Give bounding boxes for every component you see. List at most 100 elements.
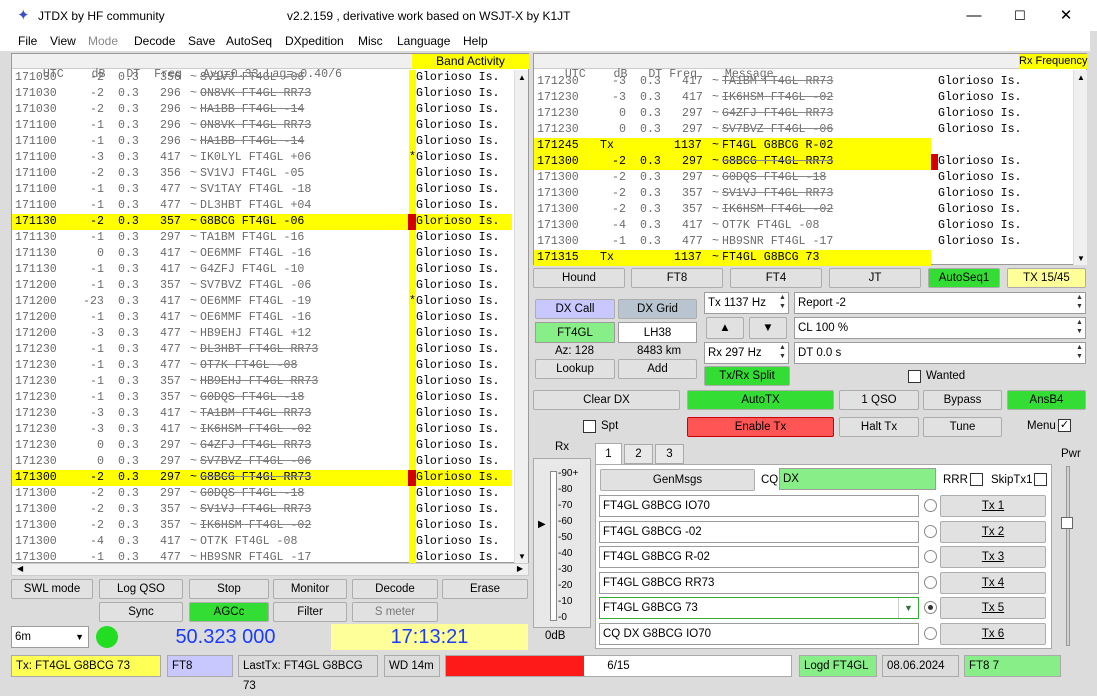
table-row[interactable]: 171300 -2 0.3 297 ~ G8BCG FT4GL RR73 Glorioso … [12, 470, 512, 486]
txrx-split-button[interactable]: Tx/Rx Split [704, 366, 790, 386]
jt-button[interactable]: JT [829, 268, 921, 288]
tab-3[interactable]: 3 [655, 444, 684, 464]
lookup-button[interactable]: Lookup [535, 359, 615, 379]
rx-frequency-spinbox[interactable]: Rx 297 Hz ▲ ▼ [704, 342, 789, 364]
cq-input[interactable]: DX [779, 468, 936, 490]
cl-spinbox[interactable]: CL 100 % ▲ ▼ [794, 317, 1086, 339]
dx-grid-input[interactable]: LH38 [618, 322, 697, 343]
halt-tx-button[interactable]: Halt Tx [839, 417, 919, 437]
tx1-radio[interactable] [924, 499, 937, 512]
menu-help[interactable]: Help [463, 34, 488, 48]
table-row[interactable]: 171230 -3 0.3 417 ~ IK6HSM FT4GL -02 Glorioso … [12, 422, 512, 438]
table-row[interactable]: 171230 -3 0.3 417 ~ TA1BM FT4GL RR73 Glorioso … [12, 406, 512, 422]
tx4-button[interactable]: Tx 4 [940, 571, 1046, 594]
table-row[interactable]: 171245 Tx 1137 ~ FT4GL G8BCG R-02 [534, 138, 931, 154]
add-button[interactable]: Add [618, 359, 697, 379]
tx2-message-input[interactable]: FT4GL G8BCG -02 [599, 520, 919, 543]
autotx-button[interactable]: AutoTX [687, 390, 834, 410]
table-row[interactable]: 171130 0 0.3 417 ~ OE6MMF FT4GL -16 Glorioso I… [12, 246, 512, 262]
filter-button[interactable]: Filter [273, 602, 347, 622]
menu-save[interactable]: Save [188, 34, 215, 48]
chevron-down-icon[interactable]: ▼ [898, 598, 918, 619]
table-row[interactable]: 171230 0 0.3 297 ~ SV7BVZ FT4GL -06 Glorioso I… [534, 122, 1022, 138]
erase-button[interactable]: Erase [442, 579, 528, 599]
swl-mode-button[interactable]: SWL mode [11, 579, 93, 599]
table-row[interactable]: 171130 -2 0.3 357 ~ G8BCG FT4GL -06 Glorioso I… [12, 214, 512, 230]
table-row[interactable]: 171030 -2 0.3 356 ~ SV1VJ FT4GL -06 Glorioso I… [12, 70, 512, 86]
clear-dx-button[interactable]: Clear DX [533, 390, 680, 410]
spin-arrows-icon[interactable]: ▲ ▼ [1074, 318, 1085, 338]
monitor-button[interactable]: Monitor [273, 579, 347, 599]
freq-down-button[interactable]: ▼ [749, 317, 787, 339]
log-qso-button[interactable]: Log QSO [99, 579, 183, 599]
table-row[interactable]: 171300 -2 0.3 297 ~ G0DQS FT4GL -18 Glorioso I… [534, 170, 1022, 186]
tx6-message-input[interactable]: CQ DX G8BCG IO70 [599, 623, 919, 645]
table-row[interactable]: 171030 -2 0.3 296 ~ ON8VK FT4GL RR73 Glorioso … [12, 86, 512, 102]
bypass-button[interactable]: Bypass [923, 390, 1002, 410]
scroll-left-icon[interactable]: ◀ [17, 564, 23, 573]
ft8-button[interactable]: FT8 [631, 268, 723, 288]
tx1-button[interactable]: Tx 1 [940, 495, 1046, 517]
table-row[interactable]: 171230 0 0.3 297 ~ G4ZFJ FT4GL RR73 Glorioso I… [534, 106, 1022, 122]
table-row[interactable]: 171230 0 0.3 297 ~ G4ZFJ FT4GL RR73 Glorioso I… [12, 438, 512, 454]
freq-up-button[interactable]: ▲ [706, 317, 744, 339]
autoseq1-button[interactable]: AutoSeq1 [928, 268, 1000, 288]
table-row[interactable]: 171300 -1 0.3 477 ~ HB9SNR FT4GL -17 Glorioso … [12, 550, 512, 564]
tx6-radio[interactable] [924, 627, 937, 640]
table-row[interactable]: 171200 -3 0.3 477 ~ HB9EHJ FT4GL +12 Glorioso … [12, 326, 512, 342]
band-activity-hscrollbar[interactable]: ◀ ▶ [11, 563, 529, 576]
ansb4-button[interactable]: AnsB4 [1007, 390, 1086, 410]
table-row[interactable]: 171030 -2 0.3 296 ~ HA1BB FT4GL -14 Glorioso I… [12, 102, 512, 118]
table-row[interactable]: 171300 -4 0.3 417 ~ OT7K FT4GL -08 Glorioso Is… [534, 218, 1022, 234]
genmsgs-button[interactable]: GenMsgs [600, 469, 755, 491]
tx3-button[interactable]: Tx 3 [940, 546, 1046, 569]
skiptx1-checkbox[interactable] [1034, 473, 1047, 486]
table-row[interactable]: 171300 -4 0.3 417 ~ OT7K FT4GL -08 Glorioso Is… [12, 534, 512, 550]
dx-call-input[interactable]: FT4GL [535, 322, 615, 343]
menu-language[interactable]: Language [397, 34, 450, 48]
spt-checkbox[interactable] [583, 420, 596, 433]
table-row[interactable]: 171100 -1 0.3 477 ~ DL3HBT FT4GL +04 Glorioso … [12, 198, 512, 214]
menu-mode[interactable]: Mode [88, 34, 118, 48]
tx5-message-input[interactable]: FT4GL G8BCG 73 ▼ [599, 597, 919, 620]
table-row[interactable]: 171300 -2 0.3 357 ~ SV1VJ FT4GL RR73 Glorioso … [534, 186, 1022, 202]
rx-frequency-list[interactable]: 171230 -3 0.3 417 ~ TA1BM FT4GL RR73 Glorioso … [534, 74, 1072, 266]
table-row[interactable]: 171230 -3 0.3 417 ~ TA1BM FT4GL RR73 Glorioso … [534, 74, 1022, 90]
tx4-message-input[interactable]: FT4GL G8BCG RR73 [599, 571, 919, 594]
table-row[interactable]: 171100 -1 0.3 477 ~ SV1TAY FT4GL -18 Glorioso … [12, 182, 512, 198]
tx2-radio[interactable] [924, 524, 937, 538]
scroll-up-icon[interactable]: ▲ [518, 73, 526, 82]
tx5-button[interactable]: Tx 5 [940, 597, 1046, 620]
band-select[interactable]: 6m ▼ [11, 626, 89, 648]
menu-autoseq[interactable]: AutoSeq [226, 34, 272, 48]
report-spinbox[interactable]: Report -2 ▲ ▼ [794, 292, 1086, 314]
table-row[interactable]: 171130 -1 0.3 297 ~ TA1BM FT4GL -16 Glorioso I… [12, 230, 512, 246]
band-activity-scrollbar[interactable]: ▲ ▼ [514, 70, 528, 563]
tune-button[interactable]: Tune [923, 417, 1002, 437]
tx1-message-input[interactable]: FT4GL G8BCG IO70 [599, 495, 919, 517]
dt-spinbox[interactable]: DT 0.0 s ▲ ▼ [794, 342, 1086, 364]
wanted-checkbox[interactable] [908, 370, 921, 383]
table-row[interactable]: 171200 -1 0.3 417 ~ OE6MMF FT4GL -16 Glorioso … [12, 310, 512, 326]
chevron-down-icon[interactable]: ▼ [75, 627, 84, 647]
tx4-radio[interactable] [924, 575, 937, 589]
tx3-message-input[interactable]: FT4GL G8BCG R-02 [599, 546, 919, 569]
scroll-right-icon[interactable]: ▶ [517, 564, 523, 573]
table-row[interactable]: 171230 -1 0.3 477 ~ DL3HBT FT4GL RR73 Glorioso… [12, 342, 512, 358]
table-row[interactable]: 171300 -2 0.3 357 ~ SV1VJ FT4GL RR73 Glorioso … [12, 502, 512, 518]
scroll-up-icon[interactable]: ▲ [1077, 73, 1085, 82]
table-row[interactable]: 171100 -3 0.3 417 ~ IK0LYL FT4GL +06 * Glorioso… [12, 150, 512, 166]
minimize-button[interactable]: — [951, 0, 997, 31]
scroll-down-icon[interactable]: ▼ [1077, 254, 1085, 263]
table-row[interactable]: 171230 0 0.3 297 ~ SV7BVZ FT4GL -06 Glorioso I… [12, 454, 512, 470]
table-row[interactable]: 171300 -2 0.3 297 ~ G8BCG FT4GL RR73 Glorioso … [534, 154, 1022, 170]
table-row[interactable]: 171130 -1 0.3 417 ~ G4ZFJ FT4GL -10 Glorioso I… [12, 262, 512, 278]
table-row[interactable]: 171230 -1 0.3 357 ~ G0DQS FT4GL -18 Glorioso I… [12, 390, 512, 406]
ft4-button[interactable]: FT4 [730, 268, 822, 288]
menu-file[interactable]: File [18, 34, 37, 48]
rrr-checkbox[interactable] [970, 473, 983, 486]
spin-arrows-icon[interactable]: ▲ ▼ [1074, 343, 1085, 363]
pwr-slider-track[interactable] [1066, 466, 1070, 646]
table-row[interactable]: 171300 -2 0.3 357 ~ IK6HSM FT4GL -02 Glorioso … [12, 518, 512, 534]
table-row[interactable]: 171100 -1 0.3 296 ~ HA1BB FT4GL -14 Glorioso I… [12, 134, 512, 150]
